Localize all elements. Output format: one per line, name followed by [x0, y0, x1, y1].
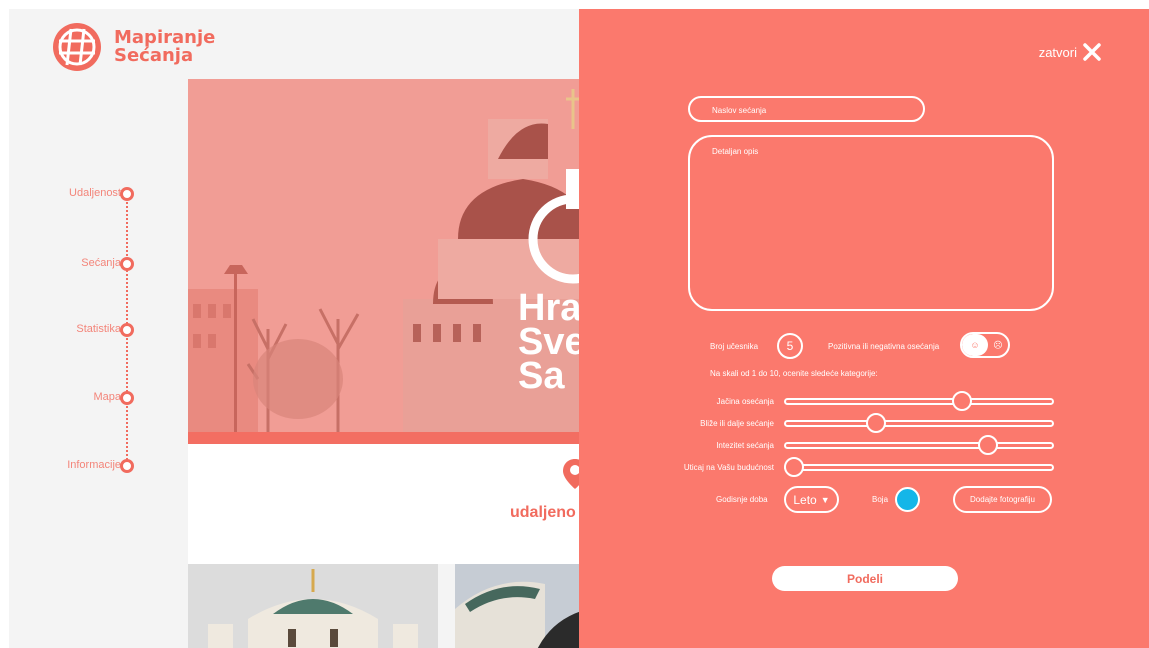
slider-row-memory-intensity: Intezitet sećanja — [579, 435, 1149, 455]
slider-track[interactable] — [784, 391, 1054, 411]
add-photo-button[interactable]: Dodajte fotografiju — [953, 486, 1052, 513]
timeline-label: Informacije — [67, 459, 121, 471]
brand-name[interactable]: Mapiranje Sećanja — [114, 29, 215, 65]
logo-icon — [53, 23, 101, 71]
color-label: Boja — [872, 495, 889, 504]
season-label: Godisnje doba — [716, 495, 768, 504]
slider-thumb[interactable] — [866, 413, 887, 433]
timeline-label: Mapa — [93, 391, 121, 403]
description-placeholder: Detaljan opis — [712, 147, 759, 156]
title-placeholder: Naslov sećanja — [712, 106, 767, 115]
slider-row-future-impact: Uticaj na Vašu budućnost — [579, 457, 1149, 477]
sentiment-label: Pozitivna ili negativna osećanja — [828, 342, 940, 351]
memory-title-input[interactable]: Naslov sećanja — [688, 96, 925, 122]
slider-thumb[interactable] — [978, 435, 999, 455]
sentiment-toggle[interactable]: ☺ ☹ — [960, 332, 1010, 358]
hero-image: Hra Sve Sa — [188, 79, 588, 444]
timeline-nav: Udaljenost Sećanja Statistika Mapa Infor… — [9, 179, 149, 479]
close-label: zatvori — [1038, 44, 1077, 60]
smile-icon[interactable]: ☺ — [962, 334, 988, 356]
memory-description-textarea[interactable]: Detaljan opis — [688, 135, 1054, 311]
timeline-dot-icon — [120, 187, 134, 201]
timeline-item-mapa[interactable]: Mapa — [9, 389, 149, 409]
timeline-label: Udaljenost — [69, 187, 121, 199]
timeline-dot-icon — [120, 459, 134, 473]
photo-thumbnail[interactable] — [188, 564, 438, 648]
hero-title-line: Sve — [518, 321, 586, 363]
season-select[interactable]: Leto ▼ — [784, 486, 839, 513]
slider-track[interactable] — [784, 435, 1054, 455]
timeline-item-udaljenost[interactable]: Udaljenost — [9, 185, 149, 205]
slider-track[interactable] — [783, 457, 1054, 477]
slider-label: Uticaj na Vašu budućnost — [683, 463, 774, 472]
timeline-dot-icon — [120, 391, 134, 405]
close-button[interactable]: zatvori — [1039, 43, 1101, 61]
frown-icon[interactable]: ☹ — [988, 334, 1008, 356]
distance-section: udaljeno — [188, 444, 588, 564]
slider-thumb[interactable] — [951, 391, 972, 411]
timeline-label: Sećanja — [81, 257, 121, 269]
share-button[interactable]: Podeli — [772, 566, 958, 591]
timeline-item-secanja[interactable]: Sećanja — [9, 255, 149, 275]
timeline-dot-icon — [120, 257, 134, 271]
slider-label: Intezitet sećanja — [716, 441, 774, 450]
slider-row-feeling-strength: Jačina osećanja — [579, 391, 1149, 411]
brand-line-2: Sećanja — [114, 45, 194, 66]
photo-thumbnail[interactable] — [455, 564, 588, 648]
timeline-item-informacije[interactable]: Informacije — [9, 457, 149, 477]
slider-track[interactable] — [784, 413, 1054, 433]
color-picker[interactable] — [895, 487, 920, 512]
cathedral-photo-2 — [455, 564, 588, 648]
slider-label: Jačina osećanja — [716, 397, 774, 406]
hero-band — [188, 432, 588, 444]
participants-label: Broj učesnika — [710, 342, 759, 351]
distance-label: udaljeno — [510, 504, 576, 521]
season-value: Leto — [793, 492, 817, 507]
hero-title: Hra Sve Sa — [518, 287, 586, 397]
slider-row-memory-distance: Bliže ili dalje sećanje — [579, 413, 1149, 433]
cathedral-photo-1 — [188, 564, 438, 648]
timeline-dot-icon — [120, 323, 134, 337]
timeline-label: Statistika — [76, 323, 121, 335]
hero-title-line: Sa — [518, 355, 565, 397]
slider-label: Bliže ili dalje sećanje — [700, 419, 774, 428]
scale-instruction: Na skali od 1 do 10, ocenite sledeće kat… — [710, 369, 878, 378]
memory-form-panel: zatvori Naslov sećanja Detaljan opis Bro… — [579, 9, 1149, 648]
close-icon — [1083, 43, 1101, 61]
hero-title-line: Hra — [518, 287, 582, 329]
participants-count-input[interactable]: 5 — [777, 333, 803, 359]
timeline-item-statistika[interactable]: Statistika — [9, 321, 149, 341]
chevron-down-icon: ▼ — [820, 494, 830, 505]
slider-thumb[interactable] — [783, 457, 804, 477]
